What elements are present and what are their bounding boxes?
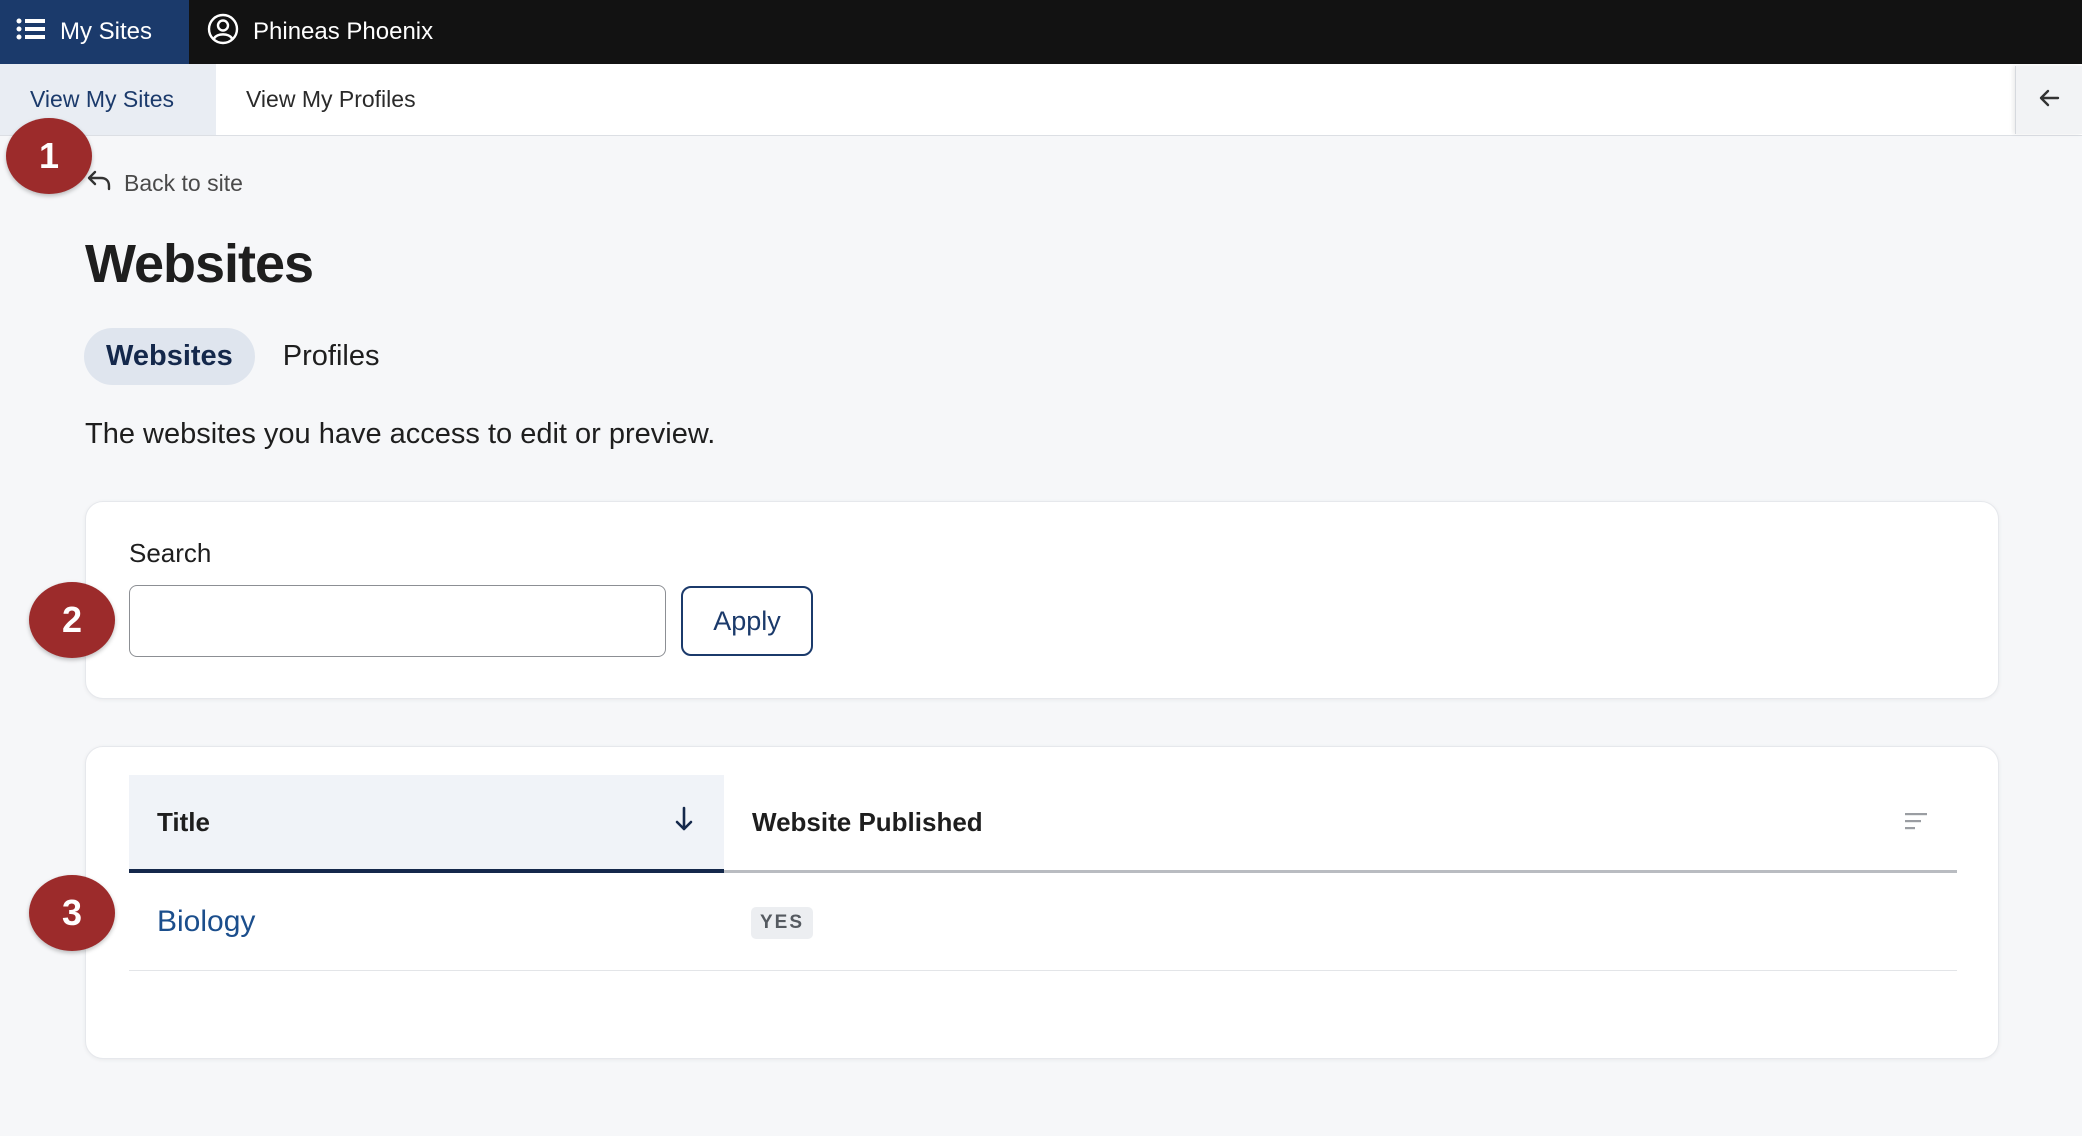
step-marker-1: 1 [6, 118, 92, 194]
apply-button[interactable]: Apply [681, 586, 813, 656]
top-bar: My Sites Phineas Phoenix [0, 0, 2082, 64]
published-status-badge: YES [751, 907, 814, 939]
user-menu[interactable]: Phineas Phoenix [189, 0, 433, 64]
my-sites-menu-button[interactable]: My Sites [0, 0, 189, 64]
my-sites-label: My Sites [60, 18, 153, 45]
back-to-site-link[interactable]: Back to site [86, 168, 243, 198]
user-circle-icon [207, 13, 239, 52]
search-card: Search Apply [85, 501, 1999, 699]
intro-text: The websites you have access to edit or … [85, 418, 716, 450]
section-pills: Websites Profiles [84, 328, 402, 385]
user-name: Phineas Phoenix [253, 18, 434, 45]
column-header-title-label: Title [157, 806, 210, 837]
page-title: Websites [85, 234, 314, 294]
collapse-panel-button[interactable] [2015, 66, 2082, 134]
sort-lines-icon[interactable] [1903, 807, 1929, 838]
site-title-link[interactable]: Biology [157, 873, 255, 971]
list-icon [16, 18, 46, 47]
arrow-left-icon [2037, 86, 2061, 115]
step-marker-3: 3 [29, 875, 115, 951]
pill-profiles[interactable]: Profiles [261, 328, 402, 385]
column-header-website-published[interactable]: Website Published [724, 775, 1957, 873]
search-label: Search [129, 538, 212, 568]
sort-down-arrow-icon[interactable] [672, 805, 696, 840]
column-header-title[interactable]: Title [129, 775, 724, 873]
websites-table-card: Title Website Published Biology YES [85, 746, 1999, 1059]
search-input[interactable] [129, 585, 666, 657]
pill-websites[interactable]: Websites [84, 328, 255, 385]
sub-navigation: View My Sites View My Profiles [0, 64, 2082, 136]
step-marker-2: 2 [29, 582, 115, 658]
table-row: Biology YES [129, 873, 1957, 971]
undo-arrow-icon [86, 168, 112, 198]
column-header-published-label: Website Published [752, 807, 983, 837]
back-to-site-label: Back to site [124, 169, 243, 196]
tab-view-my-profiles[interactable]: View My Profiles [216, 64, 447, 135]
